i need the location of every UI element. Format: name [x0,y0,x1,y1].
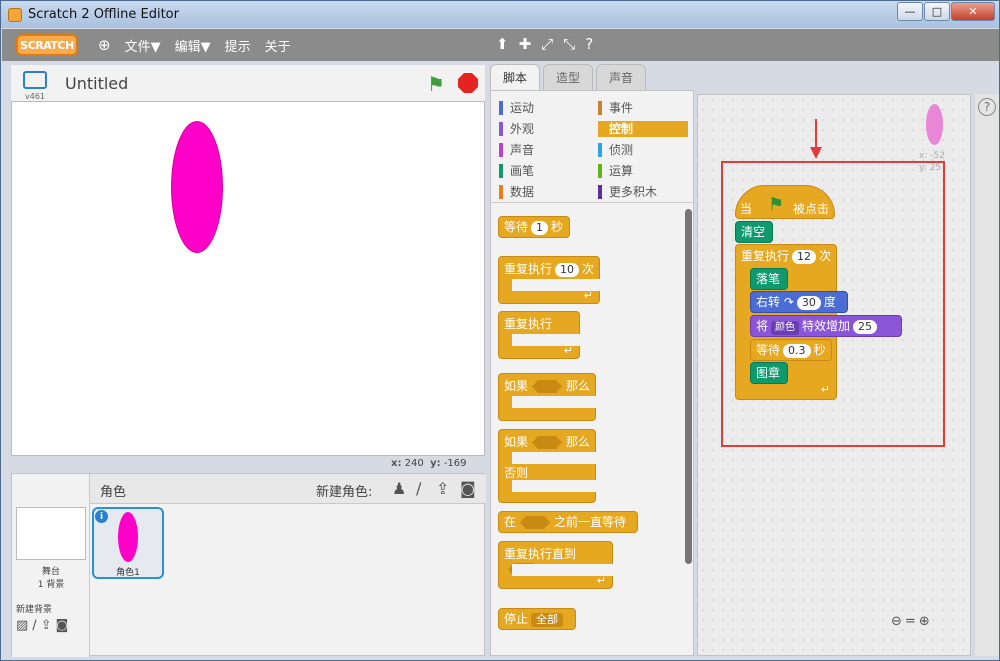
new-sprite-label: 新建角色: [316,485,373,500]
stop-icon[interactable] [458,73,478,93]
block-if[interactable]: 如果 那么 [498,373,596,421]
sprite-name: 角色1 [116,568,140,578]
tab-sounds[interactable]: 声音 [596,64,647,90]
delete-icon[interactable]: ✚ [519,35,532,53]
highlight-box [721,161,945,447]
sprites-title: 角色 [100,485,127,500]
coord-x: 240 [404,458,424,469]
stage-thumbnail[interactable] [16,507,86,560]
app-window: Scratch 2 Offline Editor — □ ✕ SCRATCH ⊕… [0,0,1000,661]
script-scrollbar[interactable]: ? [975,94,999,656]
sprite-pane: 舞台 1 背景 新建背景 ▨∕⇪◙ 角色 新建角色: ♟ ∕ ⇪ ◙ i 角色1 [11,473,486,657]
sprite-thumb-image [118,512,138,562]
palette-scrollbar[interactable] [685,209,692,564]
category-control[interactable]: 控制 [598,121,688,137]
window-title: Scratch 2 Offline Editor [28,7,179,22]
new-backdrop-tools: ▨∕⇪◙ [16,618,72,633]
stage-bg-count: 1 背景 [37,580,65,590]
block-repeat-until[interactable]: 重复执行直到 ↵ [498,541,613,589]
sprite-header: 角色 新建角色: ♟ ∕ ⇪ ◙ [90,474,486,504]
category-looks[interactable]: 外观 [499,121,589,137]
block-repeat[interactable]: 重复执行 10 次 ↵ [498,256,600,304]
stage-header: v461 Untitled ⚑ [11,65,485,101]
menu-about[interactable]: 关于 [265,36,291,55]
camera-icon[interactable]: ◙ [56,618,73,633]
category-pen[interactable]: 画笔 [499,163,589,179]
library-icon[interactable]: ♟ [392,479,406,498]
category-events[interactable]: 事件 [598,100,688,116]
menu-bar: SCRATCH ⊕ 文件▼ 编辑▼ 提示 关于 ⬆ ✚ ⤢ ⤡ ? [2,29,999,61]
green-flag-icon[interactable]: ⚑ [427,72,445,96]
maximize-button[interactable]: □ [924,2,950,21]
scratch-logo[interactable]: SCRATCH [16,34,78,56]
category-sensing[interactable]: 侦测 [598,142,688,158]
block-stop[interactable]: 停止 全部 [498,608,576,630]
tab-scripts[interactable]: 脚本 [490,64,541,90]
tab-costumes[interactable]: 造型 [543,64,594,90]
menu-file[interactable]: 文件▼ [125,36,161,55]
stage-pane: 舞台 1 背景 新建背景 ▨∕⇪◙ [12,474,90,657]
mouse-coords: x: 240 y: -169 [391,458,467,469]
sprite-thumbnail[interactable]: i 角色1 [92,507,164,579]
block-wait-until[interactable]: 在之前一直等待 [498,511,638,533]
paint-icon[interactable]: ∕ [32,618,40,633]
zoom-out-icon[interactable]: ⊖ [891,614,905,629]
category-data[interactable]: 数据 [499,184,589,200]
block-wait[interactable]: 等待 1 秒 [498,216,570,238]
category-list: 运动 事件 外观 控制 声音 侦测 画笔 运算 数据 更多积木 [491,91,695,203]
sprite-oval[interactable] [171,121,223,253]
menu-edit[interactable]: 编辑▼ [175,36,211,55]
minimize-button[interactable]: — [897,2,923,21]
category-more-blocks[interactable]: 更多积木 [598,184,688,200]
fullscreen-icon[interactable] [23,71,47,89]
coord-y: -169 [443,458,467,469]
annotation-arrow [810,119,822,159]
stage-canvas[interactable] [11,101,485,456]
help-icon[interactable]: ? [585,35,593,53]
block-forever[interactable]: 重复执行 ↵ [498,311,580,359]
shrink-icon[interactable]: ⤡ [563,35,575,53]
block-palette: 运动 事件 外观 控制 声音 侦测 画笔 运算 数据 更多积木 等待 1 秒 重复执… [490,90,695,656]
stage-label: 舞台 [41,567,60,577]
zoom-controls: ⊖=⊕ [891,614,933,629]
image-icon[interactable]: ▨ [16,618,32,633]
menu-tips[interactable]: 提示 [225,36,251,55]
title-bar: Scratch 2 Offline Editor — □ ✕ [1,1,999,28]
close-button[interactable]: ✕ [951,2,995,21]
upload-icon[interactable]: ⇪ [436,479,449,498]
new-backdrop-label: 新建背景 [16,605,53,615]
app-icon [8,7,22,22]
editor-tabs: 脚本 造型 声音 [490,64,649,90]
zoom-reset-icon[interactable]: = [905,614,919,629]
category-sound[interactable]: 声音 [499,142,589,158]
category-motion[interactable]: 运动 [499,100,589,116]
duplicate-icon[interactable]: ⬆ [496,35,509,53]
info-icon[interactable]: i [95,510,108,523]
zoom-in-icon[interactable]: ⊕ [919,614,933,629]
block-if-else[interactable]: 如果 那么 否则 [498,429,596,503]
upload-icon[interactable]: ⇪ [41,618,56,633]
camera-icon[interactable]: ◙ [460,479,476,498]
category-operators[interactable]: 运算 [598,163,688,179]
help-icon[interactable]: ? [978,98,996,116]
current-sprite-preview [926,104,943,145]
globe-icon[interactable]: ⊕ [98,36,111,54]
paint-icon[interactable]: ∕ [416,479,421,498]
version-label: v461 [25,92,46,101]
grow-icon[interactable]: ⤢ [541,35,553,53]
project-name[interactable]: Untitled [65,74,128,93]
